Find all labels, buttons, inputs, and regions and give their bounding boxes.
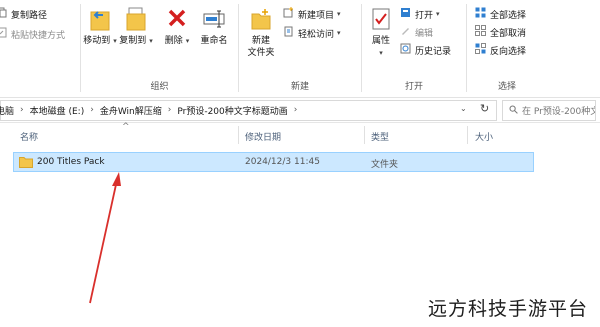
chevron-down-icon: ▾ [379, 49, 383, 57]
select-all-icon [475, 7, 486, 21]
table-row[interactable]: 200 Titles Pack 2024/12/3 11:45 文件夹 [13, 152, 534, 172]
open-group: 属性 ▾ 打开 ▾ 编辑 历史记录 打开 [362, 0, 466, 97]
organize-group: 移动到 ▾ 复制到 ▾ 删除 ▾ 重命名 组织 [81, 0, 238, 97]
history-button[interactable]: 历史记录 [400, 42, 451, 58]
breadcrumb-item-drive[interactable]: 本地磁盘 (E:) [28, 104, 87, 117]
column-divider[interactable] [364, 126, 365, 144]
copy-path-icon [0, 7, 7, 21]
chevron-right-icon[interactable]: › [16, 105, 28, 115]
column-divider[interactable] [238, 126, 239, 144]
file-name: 200 Titles Pack [37, 157, 105, 167]
new-folder-button[interactable]: 新建 文件夹 [244, 6, 278, 59]
invert-selection-label: 反向选择 [490, 46, 527, 57]
file-modified: 2024/12/3 11:45 [245, 157, 320, 167]
ribbon: 复制路径 粘贴快捷方式 移动到 ▾ 复制到 ▾ 删除 ▾ 重命名 组织 新建 文… [0, 0, 600, 98]
column-header-row: ^ 名称 修改日期 类型 大小 [0, 122, 600, 146]
copy-to-icon [126, 7, 146, 31]
move-to-label: 移动到 [83, 36, 111, 46]
new-item-icon [283, 7, 294, 21]
copy-path-button[interactable]: 复制路径 [0, 6, 47, 22]
history-label: 历史记录 [415, 46, 452, 57]
easy-access-label: 轻松访问 [298, 29, 335, 40]
chevron-down-icon: ▾ [337, 29, 341, 37]
new-group: 新建 文件夹 新建项目 ▾ 轻松访问 ▾ 新建 [239, 0, 361, 97]
column-header-name[interactable]: 名称 [20, 130, 38, 143]
select-none-icon [475, 25, 486, 39]
invert-selection-button[interactable]: 反向选择 [475, 42, 526, 58]
column-header-size[interactable]: 大小 [475, 130, 493, 143]
select-none-label: 全部取消 [490, 28, 527, 39]
chevron-down-icon: ▾ [337, 10, 341, 18]
move-to-icon [90, 11, 110, 31]
new-item-label: 新建项目 [298, 10, 335, 21]
breadcrumb-item-computer[interactable]: 电脑 [0, 104, 16, 117]
paste-shortcut-icon [0, 27, 7, 41]
copy-to-button[interactable]: 复制到 ▾ [119, 6, 153, 47]
folder-icon [19, 156, 33, 171]
refresh-icon[interactable]: ↻ [480, 102, 489, 115]
history-icon [400, 43, 411, 57]
edit-label: 编辑 [415, 28, 434, 39]
properties-icon [372, 8, 390, 30]
select-all-button[interactable]: 全部选择 [475, 6, 526, 22]
search-box[interactable]: 在 Pr预设-200种文字标题动画 中搜索 [502, 100, 596, 121]
rename-icon [203, 10, 225, 28]
watermark-text: 远方科技手游平台 [427, 298, 588, 320]
organize-group-label: 组织 [150, 82, 169, 92]
chevron-down-icon: ▾ [436, 10, 440, 18]
delete-icon [168, 9, 186, 27]
address-bar: 电脑 › 本地磁盘 (E:) › 金舟Win解压缩 › Pr预设-200种文字标… [0, 98, 600, 123]
delete-button[interactable]: 删除 ▾ [163, 6, 191, 47]
delete-label: 删除 [164, 36, 183, 46]
column-header-type[interactable]: 类型 [371, 130, 389, 143]
search-placeholder: 在 Pr预设-200种文字标题动画 中搜索 [522, 107, 595, 117]
paste-shortcut-button[interactable]: 粘贴快捷方式 [0, 26, 65, 42]
chevron-down-icon: ▾ [113, 37, 117, 45]
easy-access-icon [283, 26, 294, 40]
chevron-right-icon[interactable]: › [86, 105, 98, 115]
breadcrumb-item-folder[interactable]: 金舟Win解压缩 [98, 104, 164, 117]
breadcrumb: 电脑 › 本地磁盘 (E:) › 金舟Win解压缩 › Pr预设-200种文字标… [0, 98, 301, 122]
edit-button[interactable]: 编辑 [400, 24, 433, 40]
chevron-down-icon: ▾ [149, 37, 153, 45]
select-group-label: 选择 [497, 82, 516, 92]
new-folder-label-1: 新建 [251, 36, 270, 46]
paste-shortcut-label: 粘贴快捷方式 [11, 30, 66, 41]
new-folder-label-2: 文件夹 [247, 48, 275, 58]
column-divider[interactable] [467, 126, 468, 144]
open-label: 打开 [415, 10, 434, 21]
select-group: 全部选择 全部取消 反向选择 选择 [467, 0, 547, 97]
edit-icon [400, 25, 411, 39]
invert-selection-icon [475, 43, 486, 57]
chevron-right-icon[interactable]: › [290, 105, 302, 115]
column-header-modified[interactable]: 修改日期 [245, 130, 281, 143]
properties-button[interactable]: 属性 ▾ [366, 6, 396, 59]
rename-label: 重命名 [200, 36, 228, 46]
search-icon [509, 105, 518, 117]
rename-button[interactable]: 重命名 [195, 6, 233, 47]
chevron-down-icon: ▾ [185, 37, 190, 45]
select-all-label: 全部选择 [490, 10, 527, 21]
chevron-right-icon[interactable]: › [164, 105, 176, 115]
copy-to-label: 复制到 [119, 36, 147, 46]
open-button[interactable]: 打开 ▾ [400, 6, 440, 22]
move-to-button[interactable]: 移动到 ▾ [83, 6, 117, 47]
address-dropdown-icon[interactable]: ⌄ [460, 104, 467, 113]
easy-access-button[interactable]: 轻松访问 ▾ [283, 25, 341, 41]
open-icon [400, 7, 411, 21]
breadcrumb-item-current[interactable]: Pr预设-200种文字标题动画 [175, 104, 289, 117]
file-type: 文件夹 [371, 160, 399, 170]
clipboard-group: 复制路径 粘贴快捷方式 [0, 0, 80, 97]
sort-ascending-icon[interactable]: ^ [122, 122, 130, 132]
open-group-label: 打开 [404, 82, 423, 92]
select-none-button[interactable]: 全部取消 [475, 24, 526, 40]
properties-label: 属性 [371, 36, 390, 46]
copy-path-label: 复制路径 [11, 10, 48, 21]
new-item-button[interactable]: 新建项目 ▾ [283, 6, 341, 22]
new-group-label: 新建 [290, 82, 309, 92]
new-folder-icon [251, 9, 271, 30]
